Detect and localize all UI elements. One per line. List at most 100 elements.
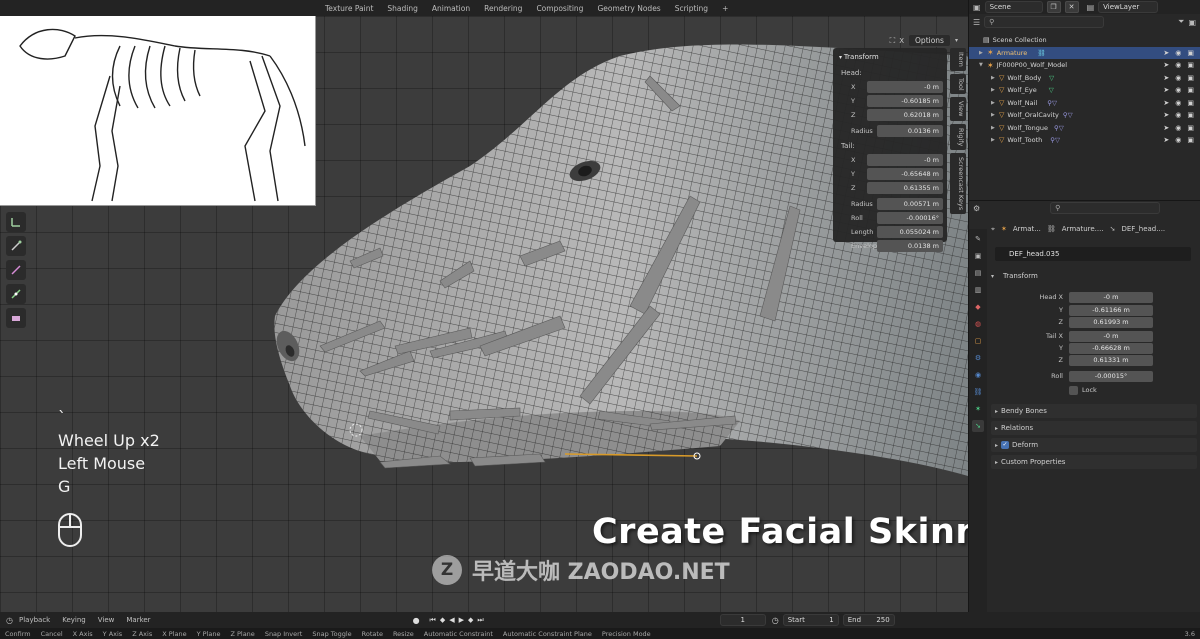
eye-icon[interactable]: ◉: [1175, 49, 1181, 57]
measure-tool-icon[interactable]: [6, 212, 26, 232]
close-x-label[interactable]: X: [899, 37, 904, 45]
prop-head-y[interactable]: Y -0.61166 m: [991, 304, 1197, 316]
head-z-field[interactable]: Z 0.62018 m: [837, 108, 943, 121]
render-tab-icon[interactable]: ▣: [972, 250, 984, 262]
bone-tab-icon[interactable]: ➘: [972, 420, 984, 432]
eye-icon[interactable]: ◉: [1175, 136, 1181, 144]
deform-checkbox[interactable]: ✓: [1001, 441, 1010, 449]
outliner-item-wolf-eye[interactable]: ▶ ▽ Wolf_Eye ▽ ➤ ◉ ▣: [969, 84, 1200, 97]
tab-view[interactable]: View: [950, 97, 966, 121]
eye-icon[interactable]: ◉: [1175, 111, 1181, 119]
eye-icon[interactable]: ◉: [1175, 86, 1181, 94]
tab-geometry-nodes[interactable]: Geometry Nodes: [590, 4, 667, 13]
scene-tab-icon[interactable]: ◆: [972, 301, 984, 313]
outliner-item-wolf-oralcavity[interactable]: ▶ ▽ Wolf_OralCavity ⚲▽ ➤ ◉ ▣: [969, 109, 1200, 122]
menu-keying[interactable]: Keying: [56, 616, 92, 624]
transform-panel-header[interactable]: ▾ Transform: [991, 269, 1038, 283]
properties-search-input[interactable]: ⚲: [1050, 202, 1161, 214]
tab-compositing[interactable]: Compositing: [529, 4, 590, 13]
tab-animation[interactable]: Animation: [425, 4, 477, 13]
eye-icon[interactable]: ◉: [1175, 124, 1181, 132]
lock-checkbox[interactable]: [1069, 385, 1078, 395]
record-icon[interactable]: ●: [413, 616, 420, 625]
deform-panel[interactable]: ▸ ✓ Deform: [991, 438, 1197, 452]
world-tab-icon[interactable]: ◍: [972, 318, 984, 330]
tab-rendering[interactable]: Rendering: [477, 4, 529, 13]
overlay-toggle-icon[interactable]: ⛶: [890, 36, 896, 46]
pin-icon[interactable]: ⌖: [991, 225, 995, 234]
select-arrow-icon[interactable]: ➤: [1163, 61, 1169, 69]
display-mode-icon[interactable]: ☰: [973, 18, 980, 27]
outliner-item-wolf-model[interactable]: ▼ ✶ JF000P00_Wolf_Model ➤ ◉ ▣: [969, 59, 1200, 72]
camera-icon[interactable]: ▣: [1187, 61, 1194, 69]
outliner-item-wolf-tongue[interactable]: ▶ ▽ Wolf_Tongue ⚲▽ ➤ ◉ ▣: [969, 122, 1200, 135]
tab-scripting[interactable]: Scripting: [668, 4, 715, 13]
bone-size-tool-icon[interactable]: [6, 260, 26, 280]
scene-selector[interactable]: Scene: [984, 1, 1043, 13]
select-arrow-icon[interactable]: ➤: [1163, 111, 1169, 119]
eye-icon[interactable]: ◉: [1175, 74, 1181, 82]
editor-type-icon[interactable]: ⚙: [973, 204, 980, 213]
editor-type-icon[interactable]: ◷: [6, 616, 13, 625]
extrude-tool-icon[interactable]: [6, 284, 26, 304]
camera-icon[interactable]: ▣: [1187, 124, 1194, 132]
select-arrow-icon[interactable]: ➤: [1163, 86, 1169, 94]
end-frame-field[interactable]: End 250: [842, 614, 895, 626]
object-tab-icon[interactable]: ▢: [972, 335, 984, 347]
tab-texture-paint[interactable]: Texture Paint: [318, 4, 380, 13]
envelope-field[interactable]: Envelope 0.0138 m: [837, 239, 943, 252]
data-tab-icon[interactable]: ✶: [972, 403, 984, 415]
output-tab-icon[interactable]: ▤: [972, 267, 984, 279]
menu-marker[interactable]: Marker: [120, 616, 156, 624]
new-scene-icon[interactable]: ❐: [1046, 1, 1061, 13]
add-workspace-button[interactable]: +: [715, 4, 735, 13]
tail-z-field[interactable]: Z 0.61355 m: [837, 181, 943, 194]
expand-arrow-icon[interactable]: ▶: [991, 112, 999, 118]
jump-start-icon[interactable]: ⏮: [430, 616, 436, 625]
prop-tail-x[interactable]: Tail X -0 m: [991, 330, 1197, 342]
tab-shading[interactable]: Shading: [380, 4, 424, 13]
prop-tail-y[interactable]: Y -0.66628 m: [991, 342, 1197, 354]
new-collection-icon[interactable]: ▣: [1188, 18, 1196, 27]
outliner-item-wolf-tooth[interactable]: ▶ ▽ Wolf_Tooth ⚲▽ ➤ ◉ ▣: [969, 134, 1200, 147]
expand-arrow-icon[interactable]: ▶: [979, 50, 987, 56]
play-icon[interactable]: ▶: [459, 616, 464, 624]
select-arrow-icon[interactable]: ➤: [1163, 124, 1169, 132]
viewlayer-selector[interactable]: ViewLayer: [1098, 1, 1159, 13]
eraser-tool-icon[interactable]: [6, 308, 26, 328]
prev-keyframe-icon[interactable]: ◆: [440, 616, 445, 624]
select-arrow-icon[interactable]: ➤: [1163, 49, 1169, 57]
3d-viewport[interactable]: ⛶ X Options ▾ ` Wheel Up x2 Left Mouse G…: [0, 16, 968, 612]
bone-name-field[interactable]: DEF_head.035: [995, 247, 1191, 261]
head-y-field[interactable]: Y -0.60185 m: [837, 94, 943, 107]
camera-icon[interactable]: ▣: [1187, 136, 1194, 144]
tail-x-field[interactable]: X -0 m: [837, 153, 943, 166]
modifier-tab-icon[interactable]: ⚙: [972, 352, 984, 364]
outliner-item-armature[interactable]: ▶ ✶ Armature ⛓ ➤ ◉ ▣: [969, 46, 1200, 59]
tab-rigify[interactable]: Rigify: [950, 123, 966, 151]
camera-icon[interactable]: ▣: [1187, 49, 1194, 57]
prop-roll[interactable]: Roll -0.00015°: [991, 370, 1197, 382]
length-field[interactable]: Length 0.055024 m: [837, 225, 943, 238]
eye-icon[interactable]: ◉: [1175, 61, 1181, 69]
current-frame-field[interactable]: 1: [719, 614, 766, 626]
play-reverse-icon[interactable]: ◀: [449, 616, 454, 624]
lock-checkbox-row[interactable]: Lock: [991, 384, 1197, 396]
tail-y-field[interactable]: Y -0.65648 m: [837, 167, 943, 180]
camera-icon[interactable]: ▣: [1187, 74, 1194, 82]
chevron-down-icon[interactable]: ▾: [955, 37, 958, 44]
custom-properties-panel[interactable]: ▸ Custom Properties: [991, 455, 1197, 469]
bone-roll-tool-icon[interactable]: [6, 236, 26, 256]
menu-playback[interactable]: Playback: [13, 616, 56, 624]
camera-icon[interactable]: ▣: [1187, 111, 1194, 119]
jump-end-icon[interactable]: ⏭: [477, 616, 483, 625]
expand-arrow-icon[interactable]: ▼: [979, 62, 987, 68]
outliner-item-wolf-body[interactable]: ▶ ▽ Wolf_Body ▽ ➤ ◉ ▣: [969, 72, 1200, 85]
outliner-search-input[interactable]: ⚲: [984, 16, 1105, 28]
menu-view[interactable]: View: [92, 616, 121, 624]
select-arrow-icon[interactable]: ➤: [1163, 99, 1169, 107]
tab-tool[interactable]: Tool: [950, 73, 966, 95]
clock-icon[interactable]: ◷: [772, 616, 779, 625]
tail-radius-field[interactable]: Radius 0.00571 m: [837, 197, 943, 210]
expand-arrow-icon[interactable]: ▶: [991, 100, 999, 106]
